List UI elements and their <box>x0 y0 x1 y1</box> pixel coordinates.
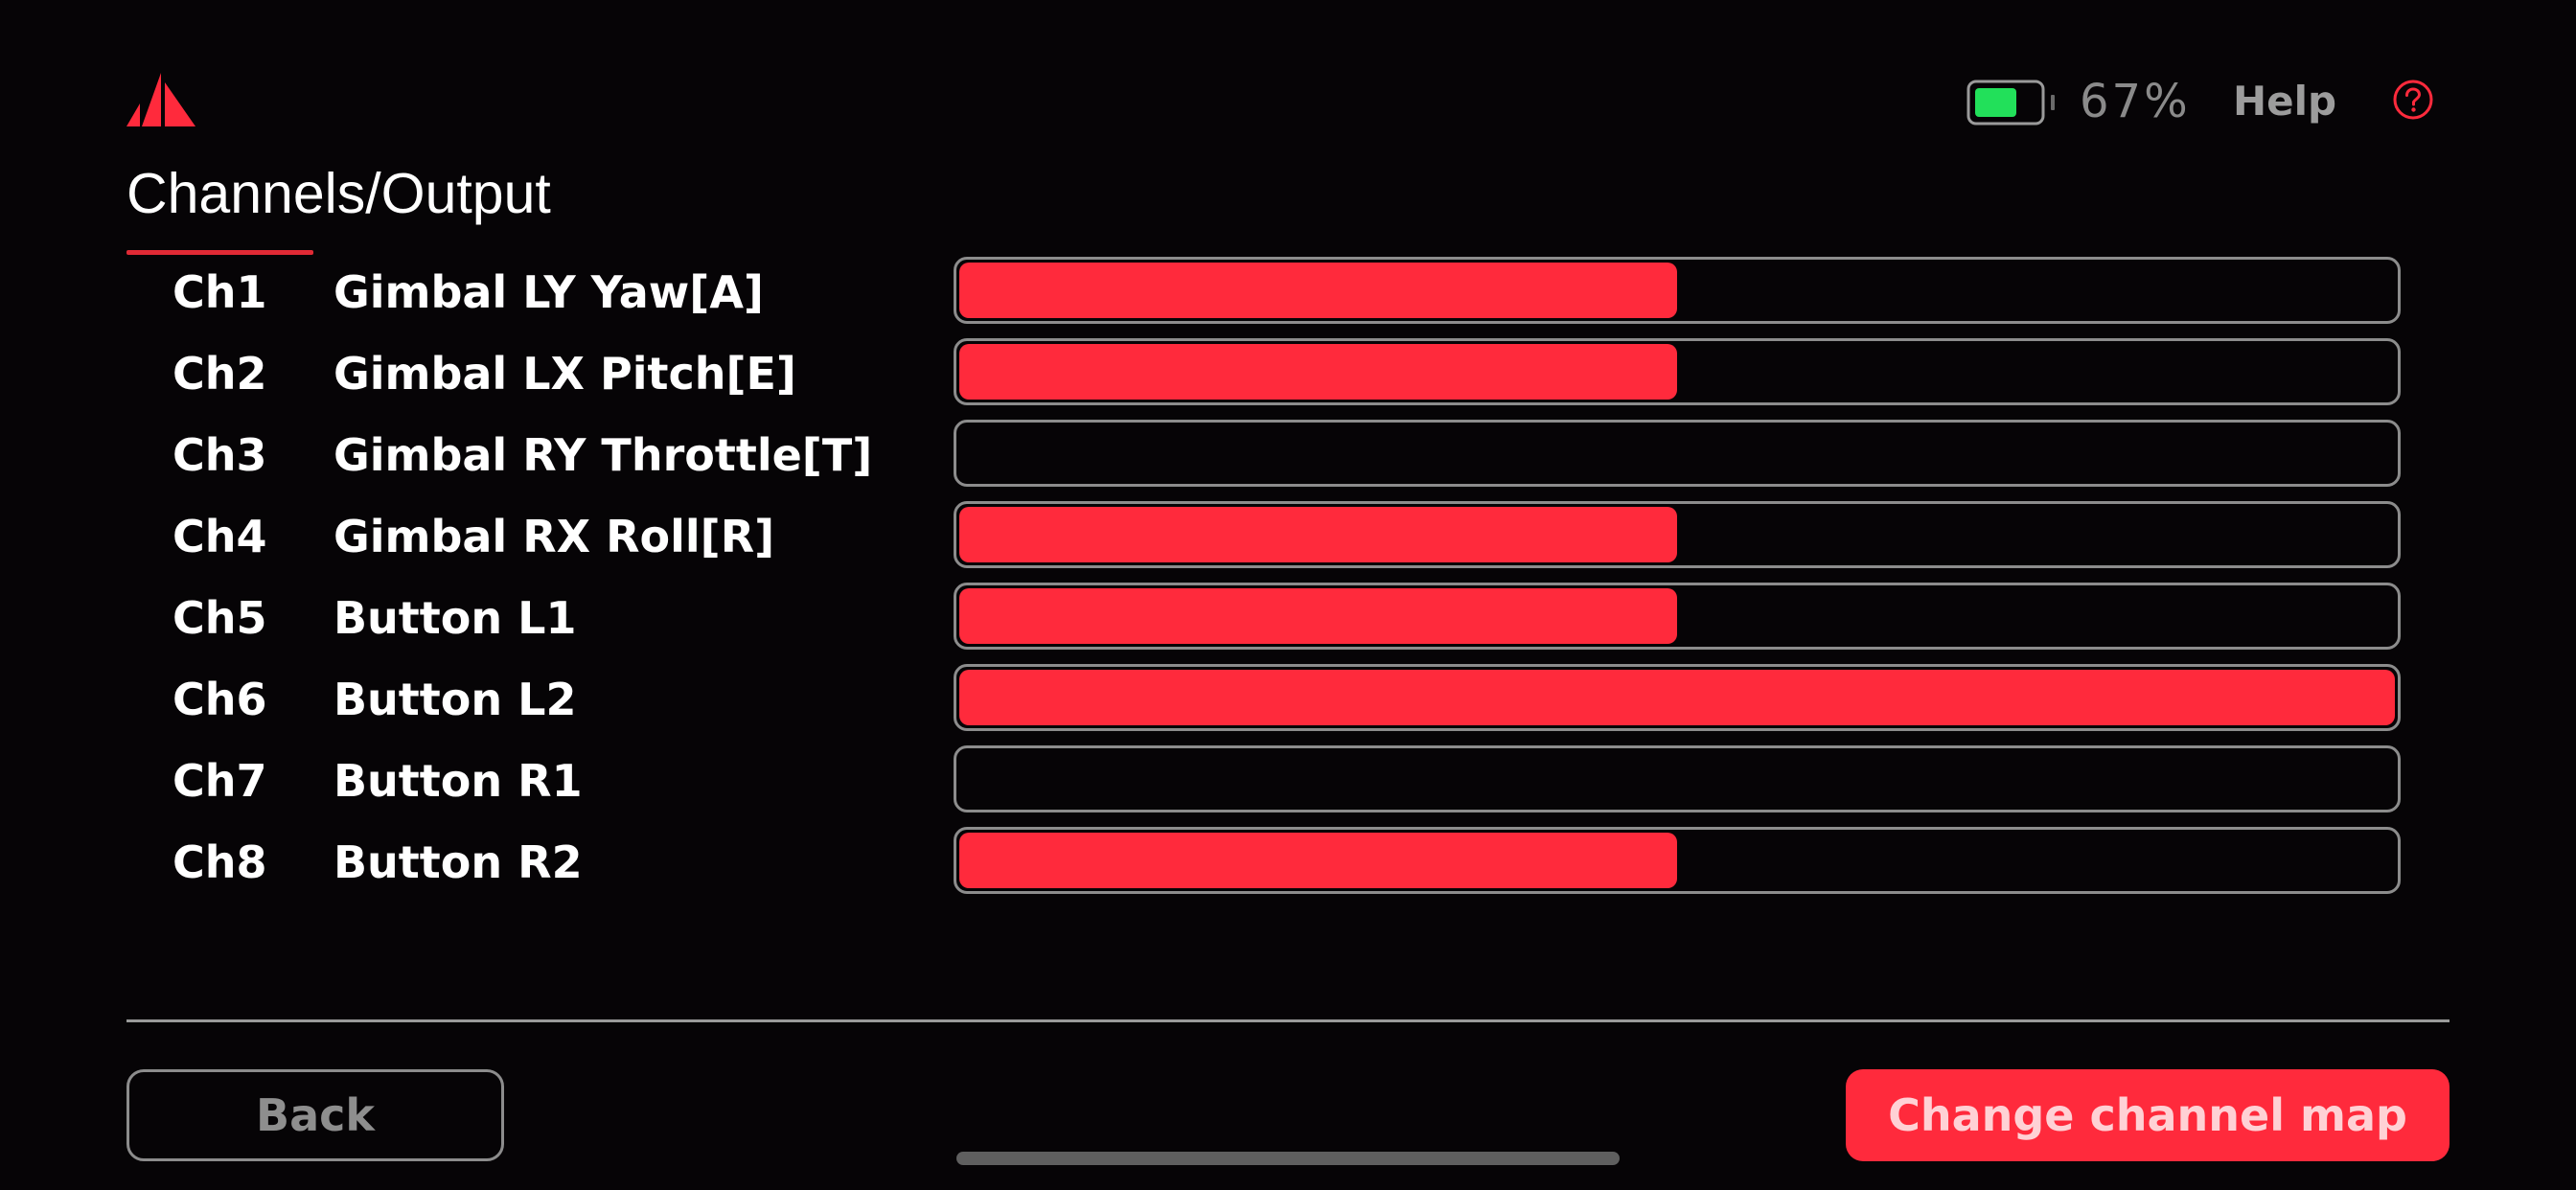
channel-output-bar <box>954 501 2401 568</box>
channel-output-fill <box>959 588 1677 644</box>
channel-row: Ch5 Button L1 <box>0 583 2576 653</box>
channel-output-bar <box>954 338 2401 405</box>
channel-id: Ch7 <box>172 755 267 807</box>
channel-output-fill <box>959 507 1677 562</box>
page-title: Channels/Output <box>126 162 551 225</box>
channel-id: Ch1 <box>172 266 267 318</box>
channel-row: Ch3 Gimbal RY Throttle[T] <box>0 420 2576 491</box>
channel-output-fill <box>959 263 1677 318</box>
channel-function: Gimbal RY Throttle[T] <box>334 429 873 481</box>
channel-output-bar <box>954 664 2401 731</box>
channel-id: Ch6 <box>172 674 267 725</box>
channel-id: Ch4 <box>172 511 267 562</box>
channel-id: Ch8 <box>172 836 267 888</box>
channel-function: Button L2 <box>334 674 577 725</box>
channel-function: Gimbal LX Pitch[E] <box>334 348 796 400</box>
channel-row: Ch1 Gimbal LY Yaw[A] <box>0 257 2576 328</box>
channel-row: Ch4 Gimbal RX Roll[R] <box>0 501 2576 572</box>
channel-function: Button R2 <box>334 836 583 888</box>
battery-percentage: 67% <box>2080 75 2191 128</box>
channel-function: Button R1 <box>334 755 583 807</box>
channel-output-bar <box>954 257 2401 324</box>
footer-divider <box>126 1019 2450 1022</box>
channel-row: Ch7 Button R1 <box>0 745 2576 816</box>
channel-id: Ch2 <box>172 348 267 400</box>
channel-row: Ch2 Gimbal LX Pitch[E] <box>0 338 2576 409</box>
channel-output-fill <box>959 344 1677 400</box>
channel-output-bar <box>954 420 2401 487</box>
channel-row: Ch6 Button L2 <box>0 664 2576 735</box>
channel-output-bar <box>954 827 2401 894</box>
channel-function: Gimbal RX Roll[R] <box>334 511 775 562</box>
channel-output-fill <box>959 670 2395 725</box>
help-circle-icon[interactable] <box>2392 79 2434 121</box>
channel-output-bar <box>954 583 2401 650</box>
battery-icon <box>1966 80 2055 126</box>
app-logo-icon <box>126 73 196 126</box>
home-indicator[interactable] <box>956 1152 1620 1165</box>
back-button[interactable]: Back <box>126 1069 504 1161</box>
change-channel-map-button[interactable]: Change channel map <box>1846 1069 2450 1161</box>
channel-output-fill <box>959 833 1677 888</box>
channel-id: Ch5 <box>172 592 267 644</box>
channels-output-screen: Channels/Output 67% Help Ch1 Gimbal LY Y… <box>0 0 2576 1190</box>
channel-output-bar <box>954 745 2401 812</box>
channel-row: Ch8 Button R2 <box>0 827 2576 898</box>
channel-id: Ch3 <box>172 429 267 481</box>
help-label[interactable]: Help <box>2233 73 2336 130</box>
channel-function: Gimbal LY Yaw[A] <box>334 266 764 318</box>
title-underline <box>126 250 313 255</box>
channel-function: Button L1 <box>334 592 577 644</box>
